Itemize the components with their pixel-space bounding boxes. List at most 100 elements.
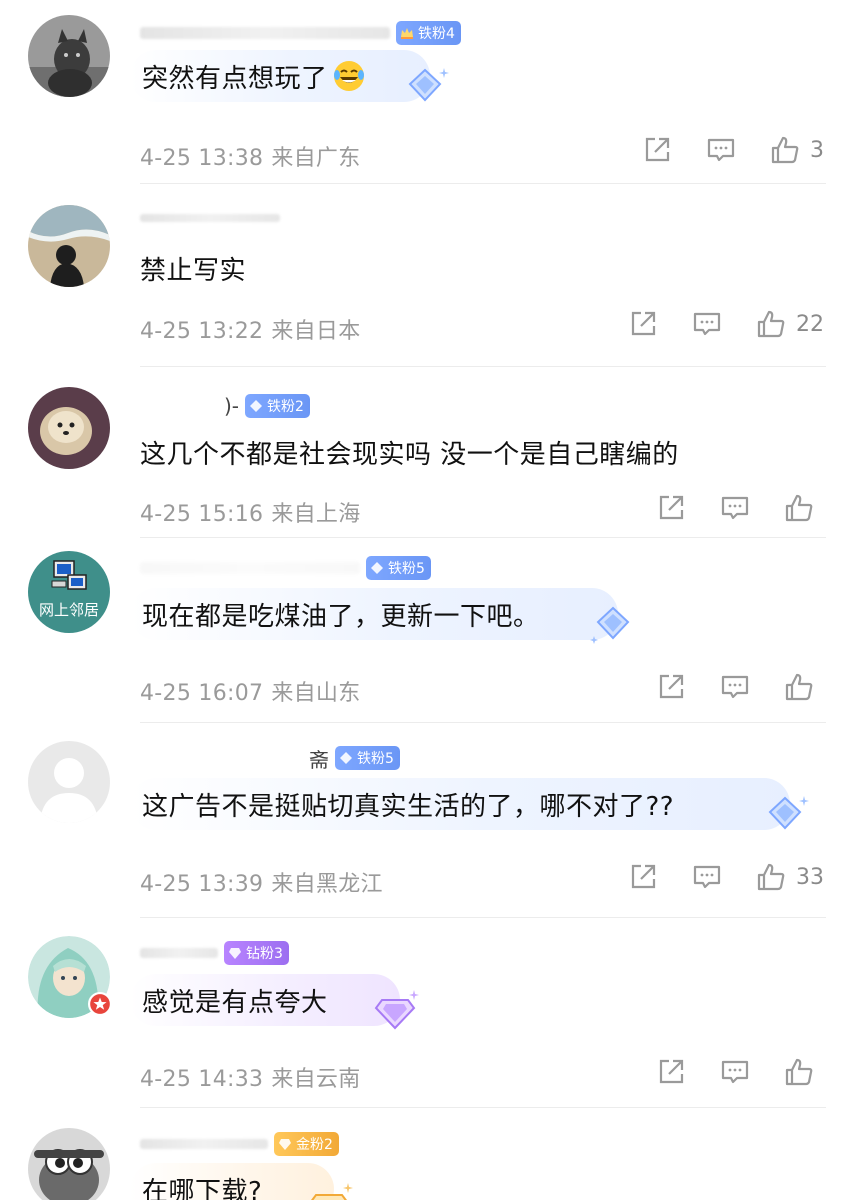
reply-button[interactable] xyxy=(720,1057,750,1087)
badge-decoration-icon xyxy=(590,606,630,644)
share-button[interactable] xyxy=(642,135,672,165)
username-row[interactable]: 铁粉4 xyxy=(140,20,461,46)
badge-decoration-icon xyxy=(768,796,809,830)
badge-label: 铁粉4 xyxy=(418,26,455,42)
comment-location: 来自云南 xyxy=(271,1067,361,1092)
avatar[interactable]: 网上邻居 xyxy=(28,551,110,633)
reply-button[interactable] xyxy=(692,862,722,892)
username-blurred xyxy=(140,214,280,222)
comment-actions: 3 xyxy=(608,135,824,165)
comment-bubble[interactable]: 感觉是有点夸大 xyxy=(130,974,419,1030)
like-count: 3 xyxy=(810,137,824,163)
comment-bubble[interactable]: 现在都是吃煤油了，更新一下吧。 xyxy=(130,588,630,644)
username-row[interactable]: 斋 铁粉5 xyxy=(140,745,400,772)
gem-icon xyxy=(340,752,352,764)
comment-location: 来自上海 xyxy=(271,502,361,527)
comment-divider xyxy=(140,722,826,723)
badge-decoration-icon xyxy=(408,68,449,102)
share-icon xyxy=(659,1059,684,1084)
comment-date: 4-25 13:38 xyxy=(140,146,264,171)
share-button[interactable] xyxy=(656,1057,686,1087)
comment-meta: 4-25 13:38 来自广东 xyxy=(140,140,361,172)
username-blurred xyxy=(140,27,390,39)
thumbs-up-icon xyxy=(785,494,813,522)
comment-actions xyxy=(622,672,824,702)
verified-badge-icon xyxy=(88,992,112,1016)
avatar-caption: 网上邻居 xyxy=(39,601,99,619)
cat-avatar-icon xyxy=(28,15,110,97)
share-icon xyxy=(631,311,656,336)
comment-location: 来自黑龙江 xyxy=(271,872,383,897)
comment-date: 4-25 15:16 xyxy=(140,502,264,527)
like-button[interactable] xyxy=(784,672,824,702)
laughing-tears-emoji-icon xyxy=(333,61,364,91)
reply-button[interactable] xyxy=(720,493,750,523)
comment-bubble[interactable]: 这广告不是挺贴切真实生活的了，哪不对了?? xyxy=(130,778,809,830)
beach-shadow-avatar-icon xyxy=(28,205,110,287)
share-button[interactable] xyxy=(628,309,658,339)
comment-date: 4-25 13:39 xyxy=(140,872,264,897)
thumbs-up-icon xyxy=(757,863,785,891)
default-avatar-icon xyxy=(28,741,110,823)
fan-badge[interactable]: 铁粉4 xyxy=(396,21,461,45)
badge-decoration-icon xyxy=(311,1183,353,1200)
username-blurred xyxy=(140,1139,268,1149)
username-tail: 斋 xyxy=(309,747,329,772)
avatar[interactable] xyxy=(28,205,110,287)
comment-text: 这广告不是挺贴切真实生活的了，哪不对了?? xyxy=(142,791,675,822)
comment-date: 4-25 14:33 xyxy=(140,1067,264,1092)
comment-bubble[interactable]: 在哪下载? xyxy=(130,1163,353,1200)
thumbs-up-icon xyxy=(771,136,799,164)
username-row[interactable]: )- 铁粉2 xyxy=(140,393,310,419)
like-button[interactable]: 3 xyxy=(770,135,824,165)
like-button[interactable] xyxy=(784,493,824,523)
comment-divider xyxy=(140,183,826,184)
thumbs-up-icon xyxy=(785,673,813,701)
share-button[interactable] xyxy=(656,493,686,523)
like-button[interactable] xyxy=(784,1057,824,1087)
avatar[interactable] xyxy=(28,936,112,1018)
thumbs-up-icon xyxy=(785,1058,813,1086)
reply-button[interactable] xyxy=(706,135,736,165)
username-blurred xyxy=(140,948,218,958)
like-button[interactable]: 33 xyxy=(756,862,824,892)
comment-divider xyxy=(140,917,826,918)
like-count: 22 xyxy=(796,311,824,337)
comment-bubble[interactable]: 突然有点想玩了 xyxy=(130,50,449,102)
share-icon xyxy=(659,495,684,520)
comment-date: 4-25 16:07 xyxy=(140,681,264,706)
username-row[interactable]: 钻粉3 xyxy=(140,940,289,966)
username-row[interactable]: 铁粉5 xyxy=(140,555,431,581)
badge-decoration-icon xyxy=(374,990,419,1030)
comment-meta: 4-25 13:22 来自日本 xyxy=(140,313,361,345)
reply-button[interactable] xyxy=(692,309,722,339)
share-button[interactable] xyxy=(656,672,686,702)
fan-badge[interactable]: 钻粉3 xyxy=(224,941,289,965)
badge-label: 铁粉5 xyxy=(388,561,425,577)
username-row[interactable]: 金粉2 xyxy=(140,1131,339,1157)
avatar[interactable] xyxy=(28,1128,110,1200)
fan-badge[interactable]: 金粉2 xyxy=(274,1132,339,1156)
fan-badge[interactable]: 铁粉2 xyxy=(245,394,310,418)
reply-button[interactable] xyxy=(720,672,750,702)
gem-icon xyxy=(229,948,241,959)
avatar[interactable] xyxy=(28,741,110,823)
avatar[interactable] xyxy=(28,15,110,97)
comment-divider xyxy=(140,537,826,538)
comment-text[interactable]: 禁止写实 xyxy=(140,250,246,287)
comment-meta: 4-25 14:33 来自云南 xyxy=(140,1061,361,1093)
thumbs-up-icon xyxy=(757,310,785,338)
share-button[interactable] xyxy=(628,862,658,892)
like-button[interactable]: 22 xyxy=(756,309,824,339)
username-row[interactable] xyxy=(140,205,280,231)
gem-icon xyxy=(279,1139,291,1150)
comment-text[interactable]: 这几个不都是社会现实吗 没一个是自己瞎编的 xyxy=(140,434,679,471)
comment-divider xyxy=(140,366,826,367)
comment-location: 来自日本 xyxy=(271,319,361,344)
avatar[interactable] xyxy=(28,387,110,469)
fan-badge[interactable]: 铁粉5 xyxy=(366,556,431,580)
comment-date: 4-25 13:22 xyxy=(140,319,264,344)
comment-icon xyxy=(707,138,735,162)
comment-text: 现在都是吃煤油了，更新一下吧。 xyxy=(142,601,540,632)
fan-badge[interactable]: 铁粉5 xyxy=(335,746,400,770)
